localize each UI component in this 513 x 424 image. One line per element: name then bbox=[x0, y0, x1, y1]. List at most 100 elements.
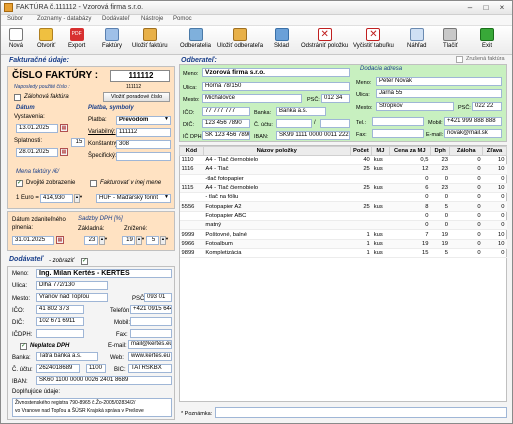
table-cell[interactable]: 0 bbox=[482, 201, 507, 212]
supplier-show-checkbox[interactable]: ✓ bbox=[81, 258, 88, 265]
open-button[interactable]: Otvoriť bbox=[37, 28, 55, 49]
foreign-currency-checkbox[interactable] bbox=[90, 180, 97, 187]
due-calendar-icon[interactable]: ▦ bbox=[60, 148, 68, 156]
table-cell[interactable]: A4 - Tlač bbox=[203, 164, 351, 175]
table-cell[interactable]: kus bbox=[371, 229, 390, 240]
table-cell[interactable]: 0 bbox=[482, 174, 507, 184]
table-cell[interactable]: 19 bbox=[389, 239, 431, 249]
table-cell[interactable]: matný bbox=[203, 220, 351, 231]
table-cell[interactable]: 10 bbox=[482, 155, 507, 166]
table-cell[interactable] bbox=[371, 220, 390, 231]
save-invoice-button[interactable]: Uložiť faktúru bbox=[132, 28, 168, 49]
table-cell[interactable]: 9899 bbox=[179, 248, 204, 259]
minimize-button[interactable]: – bbox=[463, 2, 477, 13]
table-cell[interactable]: 10 bbox=[482, 164, 507, 175]
col-unit[interactable]: MJ bbox=[371, 146, 390, 156]
exit-button[interactable]: Exit bbox=[480, 28, 494, 49]
customer-iban-input[interactable]: SK99 1111 0000 0011 2222 88 bbox=[276, 131, 350, 140]
customer-fax-input[interactable] bbox=[372, 129, 424, 138]
supplier-mobile-input[interactable] bbox=[130, 317, 172, 326]
table-cell[interactable]: 0 bbox=[449, 220, 483, 231]
table-cell[interactable]: 0 bbox=[449, 229, 483, 240]
table-row[interactable]: 1116 A4 - Tlač 25 kus 12 23 0 10 bbox=[179, 164, 507, 175]
table-cell[interactable]: 0 bbox=[449, 183, 483, 194]
table-cell[interactable]: 25 bbox=[350, 201, 372, 212]
table-cell[interactable]: 8 bbox=[389, 201, 431, 212]
table-cell[interactable]: 1115 bbox=[179, 183, 204, 194]
supplier-city-input[interactable]: Vranov nad Topľou bbox=[36, 293, 108, 302]
table-cell[interactable]: 23 bbox=[430, 183, 450, 194]
table-cell[interactable]: 0,5 bbox=[389, 155, 431, 166]
table-cell[interactable]: 15 bbox=[389, 248, 431, 259]
table-cell[interactable]: 1116 bbox=[179, 164, 204, 175]
table-cell[interactable]: 0 bbox=[389, 211, 431, 222]
table-cell[interactable]: 40 bbox=[350, 155, 372, 166]
supplier-dic-input[interactable]: 102 671 6911 bbox=[36, 317, 84, 326]
col-vat[interactable]: Dph bbox=[429, 146, 451, 156]
table-cell[interactable]: 0 bbox=[482, 211, 507, 222]
double-display-checkbox[interactable]: ✓ bbox=[16, 180, 23, 187]
cancelled-invoice-checkbox[interactable] bbox=[456, 56, 463, 63]
table-row[interactable]: 1115 A4 - Tlač čiernobielo 25 kus 6 23 0 10 bbox=[179, 183, 507, 194]
col-name[interactable]: Názov položky bbox=[202, 146, 351, 156]
table-cell[interactable]: 0 bbox=[430, 211, 450, 222]
col-price[interactable]: Cena za MJ bbox=[388, 146, 431, 156]
customer-icdph-input[interactable]: SK 123 456 7890 bbox=[202, 131, 250, 140]
table-cell[interactable] bbox=[350, 211, 372, 222]
table-cell[interactable]: kus bbox=[371, 248, 390, 259]
table-cell[interactable] bbox=[371, 211, 390, 222]
due-date-input[interactable]: 28.01.2025 bbox=[16, 148, 58, 157]
supplier-street-input[interactable]: Dlhá 772/130 bbox=[36, 281, 108, 290]
supplier-name-input[interactable]: Ing. Milan Kertés - KERTES bbox=[36, 269, 172, 278]
supplier-iban-input[interactable]: SK60 1100 0000 0026 2401 8689 bbox=[36, 376, 172, 385]
rate-input[interactable]: 414,930 bbox=[40, 194, 73, 203]
menu-subor[interactable]: Súbor bbox=[7, 16, 23, 22]
specific-symbol-input[interactable] bbox=[116, 152, 171, 161]
table-cell[interactable]: kus bbox=[371, 164, 390, 175]
table-cell[interactable]: 9966 bbox=[179, 239, 204, 249]
table-cell[interactable]: 10 bbox=[482, 239, 507, 249]
remove-item-button[interactable]: ✕ Odstrániť položku bbox=[301, 28, 348, 49]
table-cell[interactable]: kus bbox=[371, 201, 390, 212]
payment-select[interactable]: Prevodom bbox=[116, 116, 171, 125]
supplier-bankcode-input[interactable]: 1100 bbox=[86, 364, 106, 373]
print-button[interactable]: Tlačiť bbox=[443, 28, 458, 49]
table-cell[interactable]: A4 - Tlač čiernobielo bbox=[203, 155, 351, 166]
customer-tel-input[interactable] bbox=[372, 117, 424, 126]
vat-reduced1-spinner[interactable]: ▲▼ bbox=[136, 236, 145, 245]
note-input[interactable] bbox=[215, 407, 507, 418]
save-customer-button[interactable]: Uložiť odberateľa bbox=[217, 28, 263, 49]
table-cell[interactable]: 0 bbox=[449, 155, 483, 166]
vat-base-input[interactable]: 23 bbox=[84, 236, 98, 245]
stock-button[interactable]: Sklad bbox=[274, 28, 289, 49]
vat-reduced1-input[interactable]: 19 bbox=[122, 236, 135, 245]
table-cell[interactable] bbox=[350, 220, 372, 231]
table-cell[interactable]: Fotopapier A2 bbox=[203, 201, 351, 212]
table-cell[interactable]: 0 bbox=[482, 220, 507, 231]
table-cell[interactable]: - tlač na fóliu bbox=[203, 192, 351, 203]
table-cell[interactable]: 0 bbox=[449, 248, 483, 259]
table-cell[interactable]: 0 bbox=[482, 248, 507, 259]
table-cell[interactable] bbox=[350, 174, 372, 184]
delivery-name-input[interactable]: Peter Novák bbox=[376, 77, 502, 86]
not-vat-payer-checkbox[interactable]: ✓ bbox=[20, 343, 27, 350]
col-count[interactable]: Počet bbox=[349, 146, 373, 156]
customer-account-input[interactable] bbox=[276, 119, 312, 128]
col-code[interactable]: Kód bbox=[179, 146, 204, 156]
customer-ico-input[interactable]: 77 777 777 bbox=[202, 107, 250, 116]
table-cell[interactable]: 23 bbox=[430, 164, 450, 175]
table-cell[interactable]: Fotopapier ABC bbox=[203, 211, 351, 222]
supplier-bic-input[interactable]: TATRSKBX bbox=[128, 364, 172, 373]
table-cell[interactable]: 0 bbox=[430, 174, 450, 184]
table-cell[interactable]: 19 bbox=[430, 239, 450, 249]
table-row[interactable]: 1110 A4 - Tlač čiernobielo 40 kus 0,5 23 0 10 bbox=[179, 155, 507, 166]
table-cell[interactable]: 0 bbox=[389, 174, 431, 184]
table-cell[interactable]: 1 bbox=[350, 239, 372, 249]
tax-date-input[interactable]: 31.01.2025 bbox=[12, 236, 54, 245]
pdf-export-button[interactable]: PDF Export bbox=[68, 28, 85, 49]
table-cell[interactable]: kus bbox=[371, 239, 390, 249]
supplier-phone-input[interactable]: +421 0915 644 3 bbox=[130, 305, 172, 314]
table-cell[interactable] bbox=[350, 192, 372, 203]
currency-select[interactable]: HUF - Maďarský forint bbox=[96, 194, 171, 203]
table-cell[interactable]: 0 bbox=[389, 220, 431, 231]
